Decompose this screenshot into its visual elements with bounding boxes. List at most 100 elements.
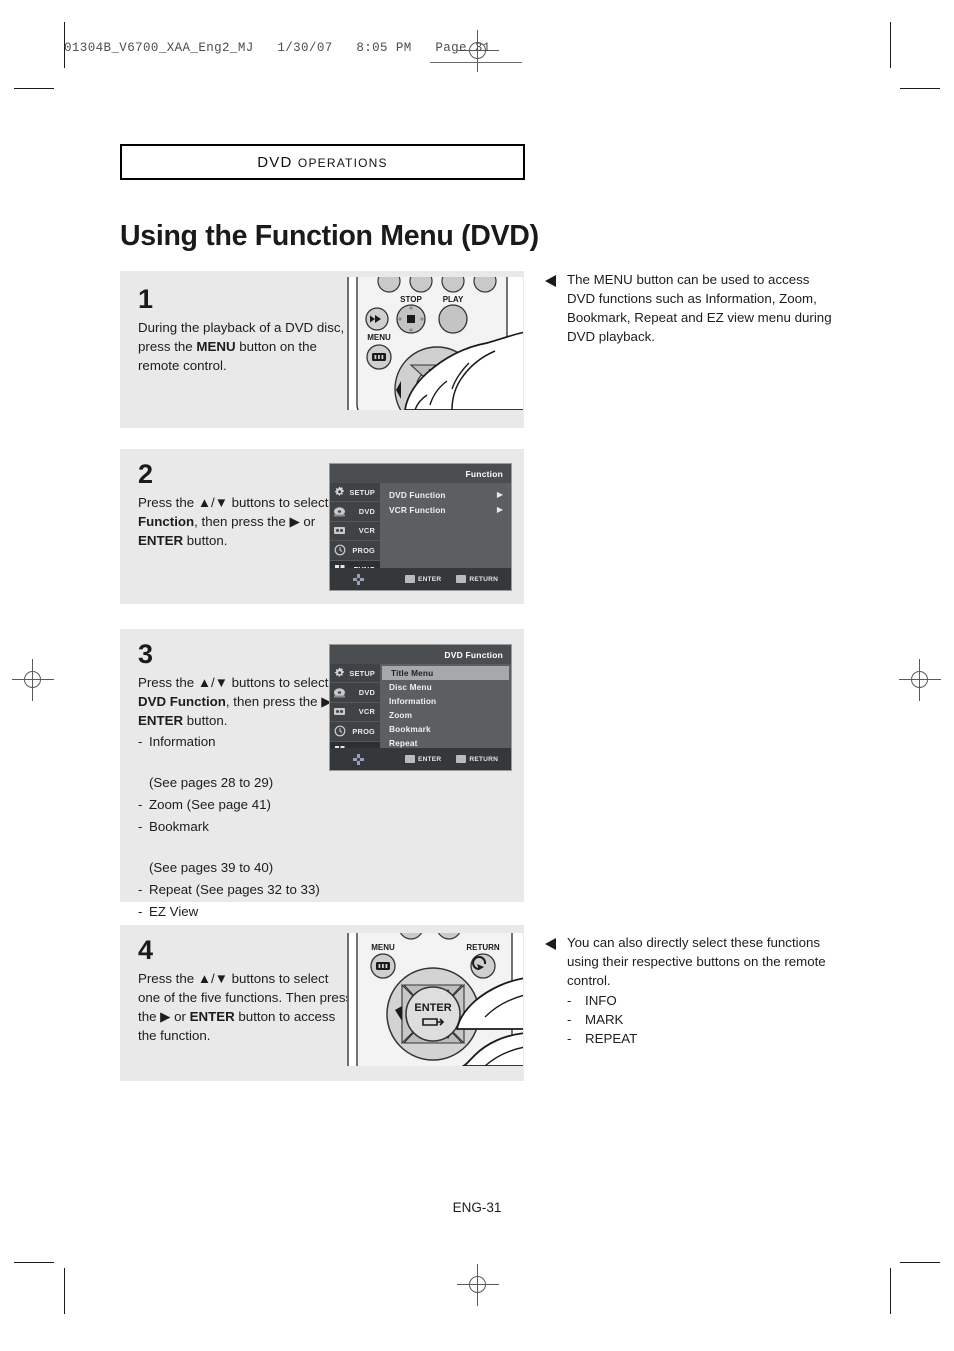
osd-sidebar-item-setup[interactable]: SETUP — [330, 664, 380, 684]
osd-menu-row-vcr-function[interactable]: VCR Function ▶ — [380, 502, 511, 517]
osd-menu-label: Disc Menu — [389, 682, 432, 692]
osd-sidebar-item-vcr[interactable]: VCR — [330, 703, 380, 723]
step-number-3: 3 — [138, 639, 154, 669]
side-note-2-text: You can also directly select these funct… — [567, 935, 826, 988]
osd-hint-label: RETURN — [469, 575, 499, 583]
osd-menu-label: Information — [389, 696, 437, 706]
osd-menu-row-disc-menu[interactable]: Disc Menu — [380, 680, 511, 694]
page-title: Using the Function Menu (DVD) — [120, 220, 539, 252]
osd-sidebar-item-setup[interactable]: SETUP — [330, 483, 380, 503]
osd-function-menu: Function SETUP DVD VCR PROG DVD Function… — [329, 463, 512, 591]
step-text-1: During the playback of a DVD disc, press… — [138, 320, 345, 373]
tape-icon — [333, 525, 346, 537]
osd-content: DVD Function ▶ VCR Function ▶ — [380, 483, 511, 568]
osd-menu-row-information[interactable]: Information — [380, 694, 511, 708]
osd-sidebar-item-dvd[interactable]: DVD — [330, 502, 380, 522]
list-item: - REPEAT — [567, 1029, 835, 1048]
key-icon — [405, 575, 415, 583]
tape-icon — [333, 706, 346, 718]
osd-menu-label: Title Menu — [391, 668, 434, 678]
registration-mark-left — [12, 659, 54, 701]
svg-text:STOP: STOP — [400, 295, 422, 304]
registration-mark-right — [899, 659, 941, 701]
osd-content: Title Menu Disc Menu Information Zoom Bo… — [380, 664, 511, 762]
list-item: - MARK — [567, 1010, 835, 1029]
side-note-1-text: The MENU button can be used to access DV… — [567, 272, 832, 344]
print-slug: 01304B_V6700_XAA_Eng2_MJ 1/30/07 8:05 PM… — [64, 41, 491, 55]
svg-text:ENTER: ENTER — [414, 1002, 451, 1014]
crop-mark-bottom-left-vertical — [64, 1268, 65, 1314]
crop-mark-bottom-right-horizontal — [900, 1262, 940, 1263]
list-dash: - — [567, 1012, 572, 1027]
list-item: - Zoom (See page 41) — [138, 795, 353, 816]
osd-menu-label: Bookmark — [389, 724, 431, 734]
osd-footer: ENTER RETURN MENU — [330, 748, 511, 770]
osd-sidebar-item-prog[interactable]: PROG — [330, 722, 380, 742]
osd-sidebar-label-prog: PROG — [352, 726, 375, 736]
disc-icon — [333, 506, 346, 518]
list-item: - Bookmark (See pages 39 to 40) — [138, 817, 353, 879]
osd-menu-label: Repeat — [389, 738, 418, 748]
osd-menu-row-dvd-function[interactable]: DVD Function ▶ — [380, 487, 511, 502]
osd-menu-label: DVD Function — [389, 489, 446, 500]
osd-menu-row-title-menu[interactable]: Title Menu — [382, 666, 509, 680]
step-number-1: 1 — [138, 284, 154, 314]
list-item-label: MARK — [585, 1012, 624, 1027]
chapter-header-box: DVD OPERATIONS — [120, 144, 525, 180]
osd-sidebar-label-setup: SETUP — [349, 668, 375, 678]
list-item-text: Zoom (See page 41) — [149, 795, 271, 816]
osd-sidebar-label-dvd: DVD — [358, 507, 375, 517]
svg-text:MENU: MENU — [367, 333, 391, 342]
osd-footer-hints: ENTER RETURN MENU — [405, 755, 511, 763]
osd-footer: ENTER RETURN MENU — [330, 568, 511, 590]
osd-sidebar-label-dvd: DVD — [358, 688, 375, 698]
chapter-label-main: DVD — [257, 153, 293, 171]
osd-hint-return: RETURN — [456, 755, 498, 763]
remote-menu-button-svg: STOP PLAY MENU TRK — [349, 277, 523, 410]
remote-enter-button-svg: MENU RETURN TRK TRK ENTER — [349, 933, 523, 1066]
osd-menu-label: Zoom — [389, 710, 413, 720]
osd-hint-label: RETURN — [469, 755, 499, 763]
list-dash: - — [138, 882, 143, 897]
list-line-2: (See pages 28 to 29) — [149, 775, 274, 790]
osd-sidebar-label-setup: SETUP — [349, 487, 375, 497]
list-dash: - — [567, 993, 572, 1008]
remote-illustration-step1: STOP PLAY MENU TRK — [347, 277, 523, 410]
list-dash: - — [138, 734, 143, 749]
osd-sidebar: SETUP DVD VCR PROG FUNC — [330, 483, 380, 580]
osd-hint-return: RETURN — [456, 575, 498, 583]
registration-mark-bottom — [457, 1264, 499, 1306]
osd-sidebar-item-dvd[interactable]: DVD — [330, 683, 380, 703]
list-item-text: Bookmark (See pages 39 to 40) — [149, 817, 273, 879]
step-text-4: Press the ▲/▼ buttons to select one of t… — [138, 971, 353, 1043]
crop-mark-bottom-left-horizontal — [14, 1262, 54, 1263]
note-arrow-icon-2 — [545, 938, 556, 950]
gear-icon — [333, 667, 346, 679]
osd-menu-row-bookmark[interactable]: Bookmark — [380, 722, 511, 736]
osd-menu-row-zoom[interactable]: Zoom — [380, 708, 511, 722]
osd-menu-label: VCR Function — [389, 505, 446, 516]
list-line-1: Bookmark — [149, 819, 209, 834]
list-dash: - — [138, 819, 143, 834]
chevron-right-icon: ▶ — [496, 505, 503, 515]
list-item-label: INFO — [585, 993, 617, 1008]
print-slug-rule — [430, 62, 522, 63]
list-line-2: (See pages 39 to 40) — [149, 860, 274, 875]
osd-sidebar-item-vcr[interactable]: VCR — [330, 522, 380, 542]
list-item: - Repeat (See pages 32 to 33) — [138, 880, 353, 901]
crop-mark-top-right-horizontal — [900, 88, 940, 89]
remote-illustration-step4: MENU RETURN TRK TRK ENTER — [347, 933, 523, 1066]
list-dash: - — [567, 1031, 572, 1046]
key-icon — [456, 755, 467, 763]
list-item-text: Information (See pages 28 to 29) — [149, 732, 273, 794]
osd-hint-enter: ENTER — [405, 755, 441, 763]
step-number-4: 4 — [138, 935, 154, 965]
crop-mark-top-right-vertical — [890, 22, 891, 68]
side-note-1: The MENU button can be used to access DV… — [545, 270, 835, 346]
list-line-1: Zoom (See page 41) — [149, 797, 271, 812]
svg-text:PLAY: PLAY — [443, 295, 464, 304]
list-dash: - — [138, 797, 143, 812]
osd-sidebar: SETUP DVD VCR PROG FUNC — [330, 664, 380, 761]
chevron-right-icon: ▶ — [496, 489, 503, 499]
osd-sidebar-item-prog[interactable]: PROG — [330, 541, 380, 561]
